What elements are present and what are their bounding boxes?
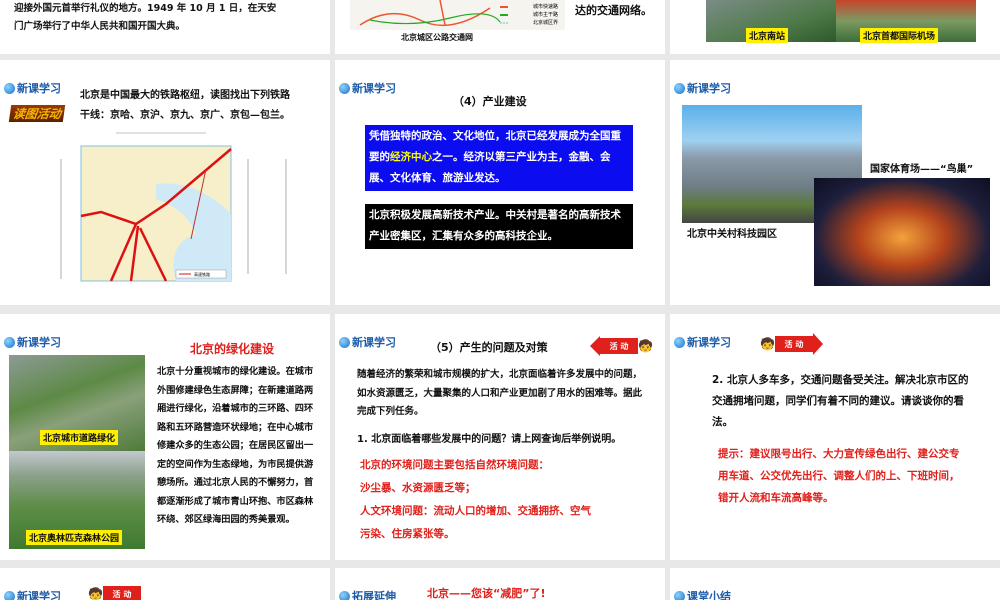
badge-label: 新课学习 — [687, 82, 731, 95]
legend-item: 城市主干路 — [533, 12, 559, 18]
slide-title: 北京——您该“减肥”了! — [427, 587, 546, 600]
section-badge: 新课学习 — [4, 80, 61, 96]
slide-thumbnail-industry[interactable]: 新课学习 （4）产业建设 凭借独特的政治、文化地位，北京已经发展成为全国重要的经… — [335, 60, 665, 305]
question: 1. 北京面临着哪些发展中的问题？请上网查询后举例说明。 — [357, 434, 622, 445]
water-drop-icon — [339, 590, 350, 600]
answer-line: 沙尘暴、水资源匮乏等； — [360, 482, 476, 494]
slide-thumbnail-extension[interactable]: 拓展延伸 北京——您该“减肥”了! — [335, 568, 665, 600]
photo-caption: 北京中关村科技园区 — [687, 229, 777, 240]
black-text-box: 北京积极发展高新技术产业。中关村是著名的高新技术产业密集区，汇集有众多的高科技企… — [365, 204, 633, 249]
slide-thumbnail-tiananmen[interactable]: 迎接外国元首举行礼仪的地方。1949 年 10 月 1 日，在天安 门广场举行了… — [0, 0, 330, 54]
slide-thumbnail-road-network[interactable]: 城市快速路 城市主干路 北京城区界 北京城区公路交通网 达的交通网络。 — [335, 0, 665, 54]
activity-label: 活 动 — [102, 586, 141, 600]
railway-map — [60, 132, 287, 282]
children-icon: 🧒 — [760, 337, 775, 351]
section-badge: 新课学习 — [674, 80, 731, 96]
question: 2. 北京人多车多，交通问题备受关注。解决北京市区的交通拥堵问题，同学们有着不同… — [712, 374, 969, 428]
slide-text-line: 干线：京哈、京沪、京九、京广、京包—包兰。 — [80, 110, 290, 121]
section-badge: 新课学习 — [4, 334, 61, 350]
badge-label: 课堂小结 — [687, 590, 731, 600]
water-drop-icon — [674, 336, 685, 348]
activity-marker: 🧒 活 动 — [760, 333, 823, 355]
slide-thumbnail-summary[interactable]: 课堂小结 — [670, 568, 1000, 600]
slide-thumbnail-stations[interactable]: 北京南站 北京首都国际机场 — [670, 0, 1000, 54]
legend-item: 城市快速路 — [533, 4, 559, 10]
slide-thumbnail-greening[interactable]: 新课学习 北京城市道路绿化 北京奥林匹克森林公园 北京的绿化建设 北京十分重视城… — [0, 314, 330, 560]
activity-marker: 活 动 🧒 — [590, 336, 653, 356]
photo-caption: 北京城市道路绿化 — [40, 430, 119, 445]
water-drop-icon — [674, 82, 685, 94]
badge-label: 新课学习 — [352, 82, 396, 95]
slide-text-line: 北京是中国最大的铁路枢纽，读图找出下列铁路 — [80, 90, 290, 101]
section-badge: 新课学习 — [339, 80, 396, 96]
slide-body: 随着经济的繁荣和城市规模的扩大，北京面临着许多发展中的问题，如水资源匮乏，大量聚… — [357, 369, 643, 417]
read-map-logo: 读图活动 — [8, 105, 66, 122]
badge-label: 新课学习 — [17, 336, 61, 349]
arrow-left-icon — [590, 336, 600, 356]
activity-label: 活 动 — [600, 338, 638, 354]
section-badge: 新课学习 — [4, 588, 61, 600]
blue-text-box: 凭借独特的政治、文化地位，北京已经发展成为全国重要的经济中心之一。经济以第三产业… — [365, 125, 633, 191]
photo-caption: 北京首都国际机场 — [860, 28, 939, 43]
slide-thumbnail-activity[interactable]: 新课学习 🧒 活 动 — [0, 568, 330, 600]
photo-caption: 国家体育场——“鸟巢” — [870, 164, 980, 176]
slide-body: 北京十分重视城市的绿化建设。在城市外围修建绿色生态屏障；在新建道路两厢进行绿化，… — [157, 366, 314, 525]
children-icon: 🧒 — [638, 339, 653, 353]
section-badge: 课堂小结 — [674, 588, 731, 600]
slide-text-line: 达的交通网络。 — [575, 4, 652, 17]
birds-nest-photo — [814, 178, 990, 286]
highlighted-text: 经济中心 — [390, 151, 432, 163]
children-icon: 🧒 — [88, 587, 103, 600]
slide-title: （4）产业建设 — [453, 95, 527, 108]
map-caption: 北京城区公路交通网 — [401, 33, 473, 42]
activity-label: 活 动 — [774, 336, 813, 352]
badge-label: 拓展延伸 — [352, 590, 396, 600]
slide-title: （5）产生的问题及对策 — [430, 341, 548, 354]
section-badge: 拓展延伸 — [339, 588, 396, 600]
slide-title: 北京的绿化建设 — [190, 342, 275, 356]
badge-label: 新课学习 — [17, 590, 61, 600]
slide-thumbnail-problems[interactable]: 新课学习 （5）产生的问题及对策 活 动 🧒 随着经济的繁荣和城市规模的扩大，北… — [335, 314, 665, 560]
water-drop-icon — [4, 590, 15, 600]
answer-line: 人文环境问题：流动人口的增加、交通拥挤、空气 — [360, 505, 591, 517]
slide-thumbnail-landmarks[interactable]: 新课学习 北京中关村科技园区 国家体育场——“鸟巢” — [670, 60, 1000, 305]
answer-line: 北京的环境问题主要包括自然环境问题： — [360, 459, 549, 471]
section-badge: 新课学习 — [674, 334, 731, 350]
photo-caption: 北京奥林匹克森林公园 — [26, 530, 123, 545]
water-drop-icon — [4, 82, 15, 94]
photo-caption: 北京南站 — [746, 28, 789, 43]
slide-text-line: 门广场举行了中华人民共和国开国大典。 — [14, 21, 186, 32]
water-drop-icon — [339, 336, 350, 348]
slide-text-line: 迎接外国元首举行礼仪的地方。1949 年 10 月 1 日，在天安 — [14, 3, 277, 14]
badge-label: 新课学习 — [17, 82, 61, 95]
badge-label: 新课学习 — [687, 336, 731, 349]
water-drop-icon — [339, 82, 350, 94]
legend-item: 北京城区界 — [533, 20, 559, 26]
slide-thumbnail-traffic[interactable]: 新课学习 🧒 活 动 2. 北京人多车多，交通问题备受关注。解决北京市区的交通拥… — [670, 314, 1000, 560]
section-badge: 新课学习 — [339, 334, 396, 350]
slide-thumbnail-railway[interactable]: 新课学习 读图活动 北京是中国最大的铁路枢纽，读图找出下列铁路 干线：京哈、京沪… — [0, 60, 330, 305]
water-drop-icon — [4, 336, 15, 348]
answer-line: 污染、住房紧张等。 — [360, 528, 455, 540]
hint-text: 提示：建议限号出行、大力宣传绿色出行、建公交专用车道、公交优先出行、调整人们的上… — [718, 448, 960, 504]
activity-marker: 🧒 活 动 — [88, 586, 141, 600]
badge-label: 新课学习 — [352, 336, 396, 349]
map-legend-label: 高速铁路 — [194, 272, 210, 277]
arrow-right-icon — [812, 333, 823, 355]
water-drop-icon — [674, 590, 685, 600]
